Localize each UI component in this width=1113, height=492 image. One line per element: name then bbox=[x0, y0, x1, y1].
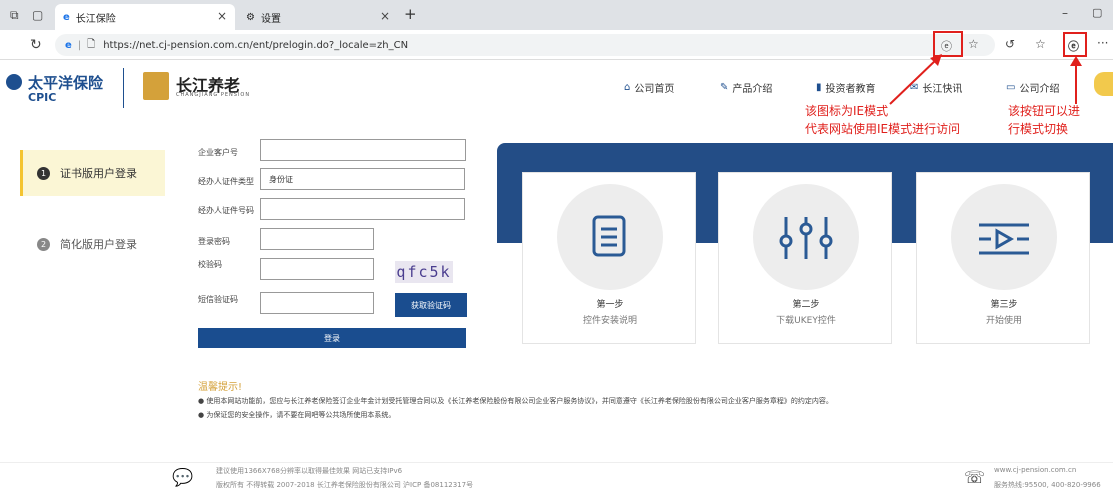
captcha-label: 校验码 bbox=[198, 260, 222, 269]
id-no-input[interactable] bbox=[260, 198, 465, 220]
step-desc: 控件安装说明 bbox=[582, 316, 637, 326]
step-number: 2 bbox=[37, 237, 50, 251]
toggle-annotation-line1: 该按钮可以进 bbox=[1008, 104, 1081, 118]
customer-no-label: 企业客户号 bbox=[198, 148, 238, 157]
chat-icon[interactable]: 💬 bbox=[172, 468, 193, 488]
step-number: 1 bbox=[37, 166, 50, 180]
sms-label: 短信验证码 bbox=[198, 295, 238, 304]
sidebar-item-cert-login[interactable]: 1 证书版用户登录 bbox=[20, 150, 165, 196]
id-no-label: 经办人证件号码 bbox=[198, 206, 254, 215]
document-icon bbox=[592, 215, 626, 257]
footer-line-1: 建议使用1366X768分辨率以取得最佳效果 网站已支持IPv6 bbox=[216, 467, 403, 475]
step-desc: 下载UKEY控件 bbox=[776, 316, 836, 326]
id-type-select[interactable]: 身份证 bbox=[260, 168, 465, 190]
step-desc: 开始使用 bbox=[985, 316, 1022, 326]
toggle-annotation-line2: 行模式切换 bbox=[1008, 122, 1069, 136]
step-title: 第一步 bbox=[596, 300, 624, 310]
sidebar-item-label: 证书版用户登录 bbox=[60, 167, 137, 180]
step-card-1[interactable]: 第一步 控件安装说明 bbox=[522, 172, 696, 344]
sliders-icon bbox=[779, 217, 833, 259]
footer-site[interactable]: www.cj-pension.com.cn bbox=[994, 466, 1076, 474]
footer-line-2: 版权所有 不得转载 2007-2018 长江养老保险股份有限公司 沪ICP 备0… bbox=[216, 481, 474, 489]
footer-hotline: 服务热线:95500, 400-820-9966 bbox=[994, 481, 1101, 489]
id-type-label: 经办人证件类型 bbox=[198, 177, 254, 186]
sms-input[interactable] bbox=[260, 292, 374, 314]
step-title: 第三步 bbox=[990, 300, 1018, 310]
tip-line-2: ● 为保证您的安全操作，请不要在网吧等公共场所使用本系统。 bbox=[198, 411, 396, 419]
sidebar-item-label: 简化版用户登录 bbox=[60, 238, 137, 251]
sidebar-item-simple-login[interactable]: 2 简化版用户登录 bbox=[20, 224, 165, 264]
step-title: 第二步 bbox=[792, 300, 820, 310]
play-list-icon bbox=[979, 223, 1029, 255]
login-button[interactable]: 登录 bbox=[198, 328, 466, 348]
password-input[interactable] bbox=[260, 228, 374, 250]
step-card-2[interactable]: 第二步 下载UKEY控件 bbox=[718, 172, 892, 344]
phone-icon: ☏ bbox=[964, 468, 986, 488]
customer-no-input[interactable] bbox=[260, 139, 466, 161]
get-sms-code-button[interactable]: 获取验证码 bbox=[395, 293, 467, 317]
tips-title: 温馨提示! bbox=[198, 382, 243, 393]
tip-line-1: ● 使用本网站功能前，您应与长江养老保险签订企业年金计划受托管理合同以及《长江养… bbox=[198, 397, 833, 405]
captcha-input[interactable] bbox=[260, 258, 374, 280]
step-card-3[interactable]: 第三步 开始使用 bbox=[916, 172, 1090, 344]
password-label: 登录密码 bbox=[198, 237, 230, 246]
captcha-image[interactable]: qfc5k bbox=[395, 261, 453, 283]
footer-divider bbox=[0, 462, 1113, 463]
ie-annotation-line1: 该图标为IE模式 bbox=[805, 104, 889, 118]
ie-annotation-line2: 代表网站使用IE模式进行访问 bbox=[805, 122, 961, 136]
